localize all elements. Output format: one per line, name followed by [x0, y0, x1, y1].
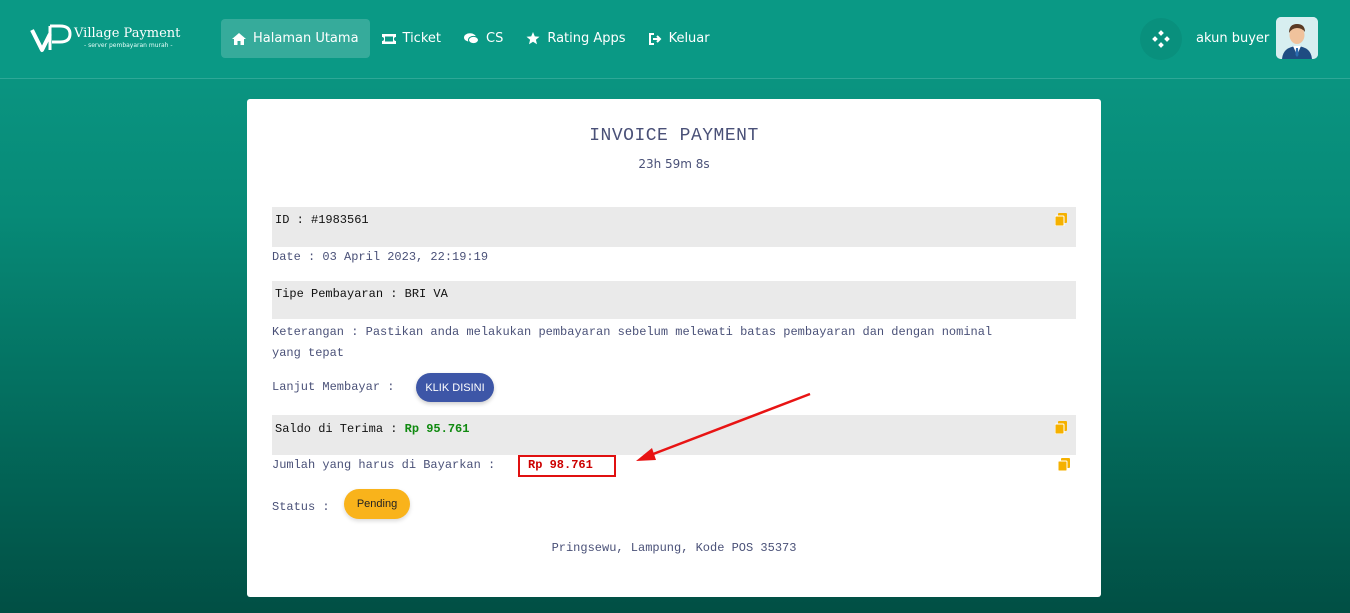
- invoice-title: INVOICE PAYMENT: [589, 126, 759, 146]
- payment-note: Keterangan : Pastikan anda melakukan pem…: [272, 322, 1082, 364]
- user-name[interactable]: akun buyer: [1196, 31, 1269, 46]
- home-icon: [232, 32, 246, 45]
- nav-ticket-label: Ticket: [402, 31, 441, 46]
- nav-rating-label: Rating Apps: [547, 31, 626, 46]
- payment-note-line2: yang tepat: [272, 346, 345, 360]
- logout-icon: [648, 32, 661, 45]
- user-avatar-icon: [1276, 17, 1318, 59]
- payment-type-row: Tipe Pembayaran : BRI VA: [272, 281, 1076, 319]
- invoice-card: INVOICE PAYMENT 23h 59m 8s ID : #1983561…: [247, 99, 1101, 597]
- continue-label: Lanjut Membayar :: [272, 380, 395, 394]
- amount-highlight-box: Rp 98.761: [518, 455, 616, 477]
- top-navbar: Village Payment - server pembayaran mura…: [0, 0, 1350, 79]
- chat-icon: [464, 32, 479, 44]
- copy-received-icon[interactable]: [1055, 421, 1067, 434]
- invoice-id: ID : #1983561: [275, 213, 369, 227]
- payment-type: Tipe Pembayaran : BRI VA: [275, 287, 448, 301]
- amount-label: Jumlah yang harus di Bayarkan :: [272, 458, 496, 472]
- brand-title: Village Payment: [74, 26, 181, 41]
- payment-countdown: 23h 59m 8s: [638, 157, 710, 171]
- diamond-grid-icon: [1152, 30, 1170, 48]
- nav-logout[interactable]: Keluar: [638, 19, 721, 58]
- nav-ticket[interactable]: Ticket: [371, 19, 452, 58]
- copy-id-icon[interactable]: [1055, 213, 1067, 226]
- nav-home-label: Halaman Utama: [253, 31, 359, 46]
- nav-rating[interactable]: Rating Apps: [515, 19, 636, 58]
- status-label: Status :: [272, 500, 330, 514]
- star-icon: [526, 32, 540, 45]
- brand-tagline: - server pembayaran murah -: [84, 42, 173, 49]
- status-badge: Pending: [344, 489, 410, 519]
- ticket-icon: [381, 33, 396, 44]
- amount-due[interactable]: Rp 98.761: [528, 458, 593, 472]
- nav-home[interactable]: Halaman Utama: [221, 19, 370, 58]
- nav-logout-label: Keluar: [668, 31, 710, 46]
- received-label: Saldo di Terima :: [275, 422, 398, 436]
- invoice-date: Date : 03 April 2023, 22:19:19: [272, 250, 489, 264]
- pay-now-button[interactable]: KLIK DISINI: [416, 373, 494, 402]
- copy-amount-icon[interactable]: [1058, 458, 1070, 471]
- received-row: Saldo di Terima : Rp 95.761: [272, 415, 1076, 455]
- brand-logo[interactable]: Village Payment - server pembayaran mura…: [30, 22, 180, 54]
- apps-menu-button[interactable]: [1140, 18, 1182, 60]
- invoice-footer-address: Pringsewu, Lampung, Kode POS 35373: [551, 541, 797, 555]
- nav-cs-label: CS: [486, 31, 504, 46]
- payment-note-line1: Keterangan : Pastikan anda melakukan pem…: [272, 325, 993, 339]
- vp-logo-icon: [30, 24, 72, 52]
- invoice-id-row: ID : #1983561: [272, 207, 1076, 247]
- avatar[interactable]: [1276, 17, 1318, 59]
- nav-cs[interactable]: CS: [453, 19, 514, 58]
- received-line: Saldo di Terima : Rp 95.761: [275, 422, 469, 436]
- main-nav: Halaman Utama Ticket CS Rating Apps Kelu…: [221, 19, 722, 58]
- received-amount: Rp 95.761: [404, 422, 470, 436]
